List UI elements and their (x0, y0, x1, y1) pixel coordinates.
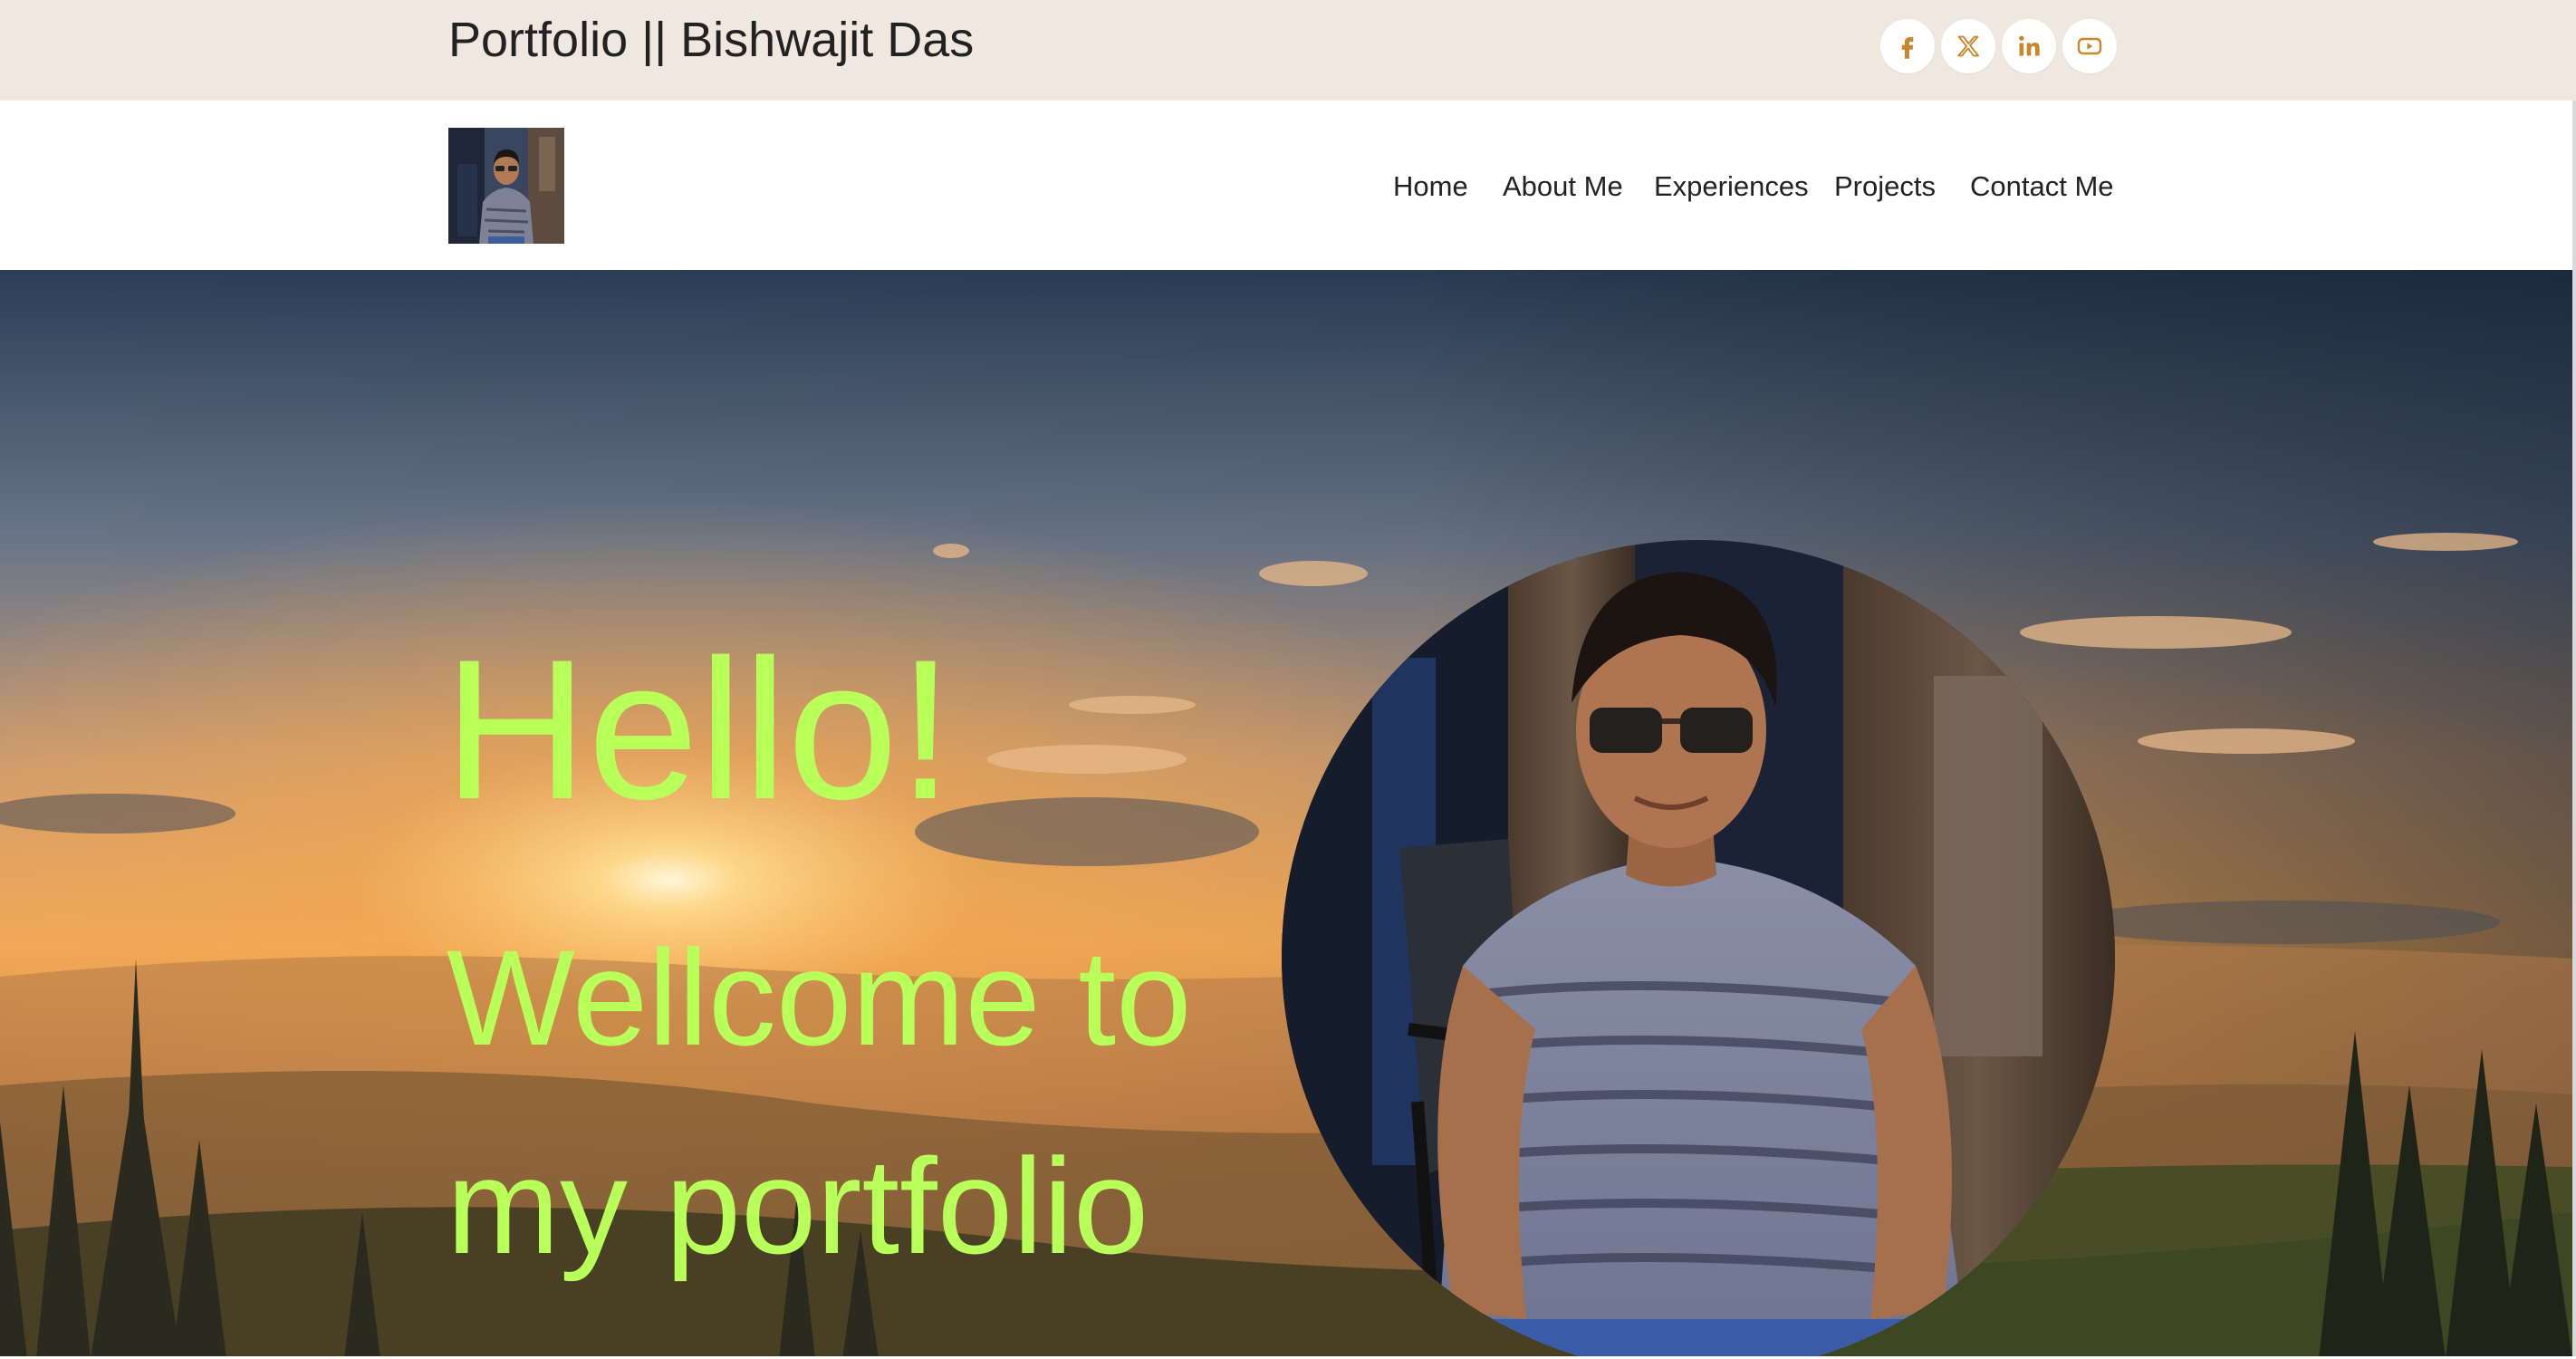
logo-portrait-image (448, 128, 564, 244)
youtube-link[interactable] (2062, 19, 2117, 73)
hero-section: Hello! Wellcome to my portfolio (0, 270, 2572, 1359)
page: Portfolio || Bishwajit Das Home About Me… (0, 0, 2576, 1359)
linkedin-icon (2019, 35, 2040, 56)
hero-heading-welcome: Wellcome to (447, 921, 1192, 1074)
facebook-icon (1901, 37, 1914, 59)
nav-experiences[interactable]: Experiences (1654, 167, 1809, 207)
nav-contact-me[interactable]: Contact Me (1970, 167, 2114, 207)
navigation-bar (0, 101, 2576, 270)
site-logo[interactable] (448, 128, 564, 244)
sunset-background-image (0, 270, 2572, 1359)
portrait-photo (1282, 540, 2115, 1359)
scrollbar-track[interactable] (2572, 101, 2576, 1359)
top-bar: Portfolio || Bishwajit Das (0, 0, 2576, 101)
hero-heading-hello: Hello! (444, 618, 954, 841)
linkedin-link[interactable] (2002, 19, 2056, 73)
x-twitter-link[interactable] (1941, 19, 1995, 73)
profile-portrait-image (1282, 540, 2115, 1359)
facebook-link[interactable] (1880, 19, 1935, 73)
site-title: Portfolio || Bishwajit Das (448, 13, 975, 67)
nav-projects[interactable]: Projects (1834, 167, 1936, 207)
x-twitter-icon (1957, 35, 1980, 57)
nav-home[interactable]: Home (1393, 167, 1468, 207)
nav-about-me[interactable]: About Me (1503, 167, 1623, 207)
youtube-icon (2077, 37, 2102, 55)
hero-heading-portfolio: my portfolio (447, 1130, 1149, 1282)
